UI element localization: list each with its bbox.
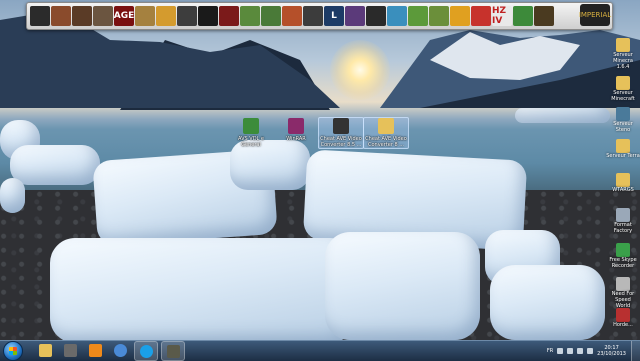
language-indicator[interactable]: FR (547, 348, 553, 354)
sun-glow (330, 40, 390, 100)
skype-icon (139, 344, 153, 358)
ice-chunk (325, 232, 480, 340)
team-fortress-icon[interactable] (282, 6, 302, 26)
game-icon (166, 344, 180, 358)
ice-chunk (0, 178, 25, 213)
game-icon[interactable] (534, 6, 554, 26)
shortcut-icon (616, 107, 630, 121)
shortcut-label: Free Skype Recorder (609, 257, 637, 269)
desktop-shortcut[interactable]: Serveur Minecra 1.6.4 (606, 38, 640, 70)
chrome-icon (113, 343, 127, 357)
shortcut-label: Format Factory (613, 222, 633, 234)
clock[interactable]: 20:17 23/10/2013 (597, 345, 626, 357)
game-icon[interactable] (177, 6, 197, 26)
age-of-empires-icon[interactable]: AGE (114, 6, 134, 26)
warrior-icon[interactable] (93, 6, 113, 26)
ice-chunk (50, 238, 355, 340)
shortcut-icon (616, 139, 630, 153)
shortcut-icon (616, 173, 630, 187)
volume-icon[interactable] (577, 348, 584, 354)
shortcut-label: Need For Speed World (611, 291, 635, 309)
taskbar-game-button[interactable] (59, 341, 81, 359)
file-icon (243, 118, 259, 134)
shortcut-icon (616, 277, 630, 291)
game-icon (63, 343, 77, 357)
desk-icon-4[interactable]: Cheat AVE Video Converter 8 ... (363, 117, 409, 149)
borderlands-icon[interactable] (450, 6, 470, 26)
flag-icon[interactable] (587, 348, 594, 354)
desktop-shortcut[interactable]: Free Skype Recorder (606, 243, 640, 269)
grass-block-icon[interactable] (408, 6, 428, 26)
file-icon (378, 118, 394, 134)
system-tray: FR 20:17 23/10/2013 (547, 341, 640, 361)
search-icon[interactable] (303, 6, 323, 26)
taskbar-game-button[interactable] (161, 341, 185, 361)
ice-chunk (490, 265, 605, 340)
desktop-shortcut[interactable]: Need For Speed World (606, 277, 640, 309)
taskbar-media-player-button[interactable] (84, 341, 106, 359)
windows-logo-icon (9, 347, 17, 355)
game-launcher-bar: AGE L HZ IV IMPERIAL (26, 2, 613, 30)
game-icon[interactable] (387, 6, 407, 26)
desktop-icon-label: WinRAR (286, 136, 306, 142)
ice-chunk (10, 145, 100, 185)
taskbar-chrome-button[interactable] (109, 341, 131, 359)
tray-arrow-icon[interactable] (557, 348, 564, 354)
shortcut-icon (616, 76, 630, 90)
desktop-shortcut[interactable]: WTARGS (606, 173, 640, 193)
game-icon[interactable] (345, 6, 365, 26)
dark-game-icon[interactable] (30, 6, 50, 26)
desktop-shortcut[interactable]: Horde... (606, 308, 640, 328)
taskbar-skype-button[interactable] (134, 341, 158, 361)
shortcut-icon (616, 208, 630, 222)
imperial-logo-icon[interactable]: IMPERIAL (579, 4, 611, 26)
game-icon[interactable] (471, 6, 491, 26)
desk-icon-2[interactable]: WinRAR (274, 118, 318, 142)
grass-block-icon[interactable] (429, 6, 449, 26)
game-icon[interactable] (156, 6, 176, 26)
shortcut-label: WTARGS (612, 187, 634, 193)
desk-icon-3[interactable]: Cheat AVE Video Converter 8.5 ... (318, 117, 364, 149)
taskbar: FR 20:17 23/10/2013 (0, 340, 640, 361)
shortcut-icon (616, 243, 630, 257)
gta-iv-icon[interactable]: HZ IV (492, 6, 512, 26)
media-player-icon (88, 343, 102, 357)
desk-icon-1[interactable]: AVS VDL e General (229, 118, 273, 148)
desktop-icon-label: Cheat AVE Video Converter 8.5 ... (320, 136, 362, 148)
desktop-shortcut[interactable]: Serveur Minecraft (606, 76, 640, 102)
shortcut-label: Horde... (613, 322, 633, 328)
shortcut-label: Serveur Terra (606, 153, 640, 159)
skyrim-icon[interactable] (198, 6, 218, 26)
tree-icon[interactable] (513, 6, 533, 26)
desktop-shortcut[interactable]: Format Factory (606, 208, 640, 234)
network-icon[interactable] (567, 348, 574, 354)
shortcut-label: Serveur Minecraft (611, 90, 635, 102)
clock-date: 23/10/2013 (597, 351, 626, 357)
folder-icon (38, 343, 52, 357)
desktop-wallpaper (0, 0, 640, 340)
taskbar-folder-button[interactable] (34, 341, 56, 359)
file-icon (288, 118, 304, 134)
character-portrait-icon[interactable] (72, 6, 92, 26)
desktop-icon-label: Cheat AVE Video Converter 8 ... (365, 136, 407, 148)
league-of-legends-icon[interactable]: L (324, 6, 344, 26)
file-icon (333, 118, 349, 134)
game-icon[interactable] (135, 6, 155, 26)
start-button[interactable] (3, 341, 23, 361)
ice-floe (515, 108, 610, 123)
game-icon[interactable] (219, 6, 239, 26)
game-icon[interactable] (261, 6, 281, 26)
desktop-shortcut[interactable]: Serveur Steno (606, 107, 640, 133)
shortcut-icon (616, 308, 630, 322)
call-of-duty-icon[interactable] (366, 6, 386, 26)
character-portrait-icon[interactable] (51, 6, 71, 26)
show-desktop-button[interactable] (631, 341, 640, 361)
desktop-shortcut[interactable]: Serveur Terra (606, 139, 640, 159)
minecraft-icon[interactable] (240, 6, 260, 26)
shortcut-label: Serveur Minecra 1.6.4 (613, 52, 633, 70)
desktop-icon-label: AVS VDL e General (237, 136, 264, 148)
shortcut-icon (616, 38, 630, 52)
shortcut-label: Serveur Steno (613, 121, 633, 133)
